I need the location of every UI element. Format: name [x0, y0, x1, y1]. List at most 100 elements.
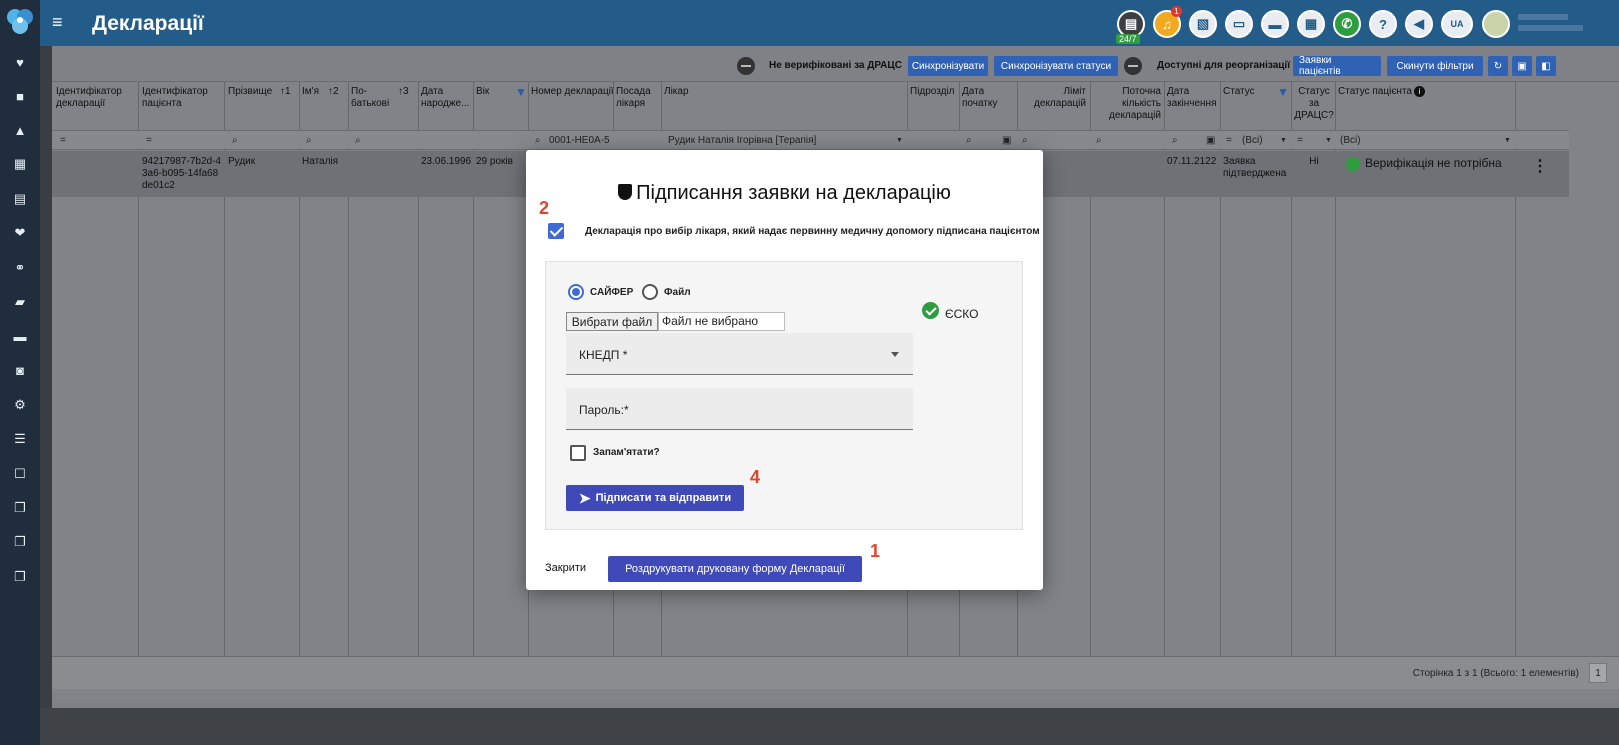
payment-button[interactable]: ▬: [1261, 10, 1289, 38]
cogs-icon[interactable]: ⚙: [10, 395, 30, 415]
row-actions-icon[interactable]: ⋮: [1532, 159, 1548, 175]
money-icon[interactable]: ◙: [10, 360, 30, 380]
info-icon[interactable]: i: [1414, 86, 1425, 97]
note-icon[interactable]: ☐: [10, 464, 30, 484]
choose-file-button[interactable]: Вибрати файл: [566, 312, 658, 331]
search-icon[interactable]: ⌕: [355, 135, 361, 146]
col-patronymic[interactable]: По-батькові: [351, 86, 391, 110]
search-icon[interactable]: ⌕: [306, 135, 312, 146]
file-radio[interactable]: [642, 284, 658, 300]
sign-and-send-button[interactable]: ➤ Підписати та відправити: [566, 485, 744, 511]
app-logo-icon[interactable]: [5, 6, 35, 36]
copy-icon[interactable]: ❐: [10, 498, 30, 518]
filter-operator[interactable]: =: [1226, 135, 1232, 146]
refresh-button[interactable]: ↻: [1488, 56, 1508, 76]
status-filter[interactable]: (Всі): [1242, 135, 1263, 146]
search-icon[interactable]: ⌕: [1096, 135, 1102, 146]
col-patient-id[interactable]: Ідентифікатор пацієнта: [142, 86, 220, 110]
filter-icon[interactable]: ▼: [515, 86, 527, 98]
calendar-icon[interactable]: ▣: [1002, 135, 1011, 146]
search-icon[interactable]: ⌕: [232, 135, 238, 146]
not-verified-toggle[interactable]: [737, 57, 755, 75]
annotation-2: 2: [539, 198, 550, 218]
page-button[interactable]: 1: [1589, 663, 1607, 683]
chevron-down-icon[interactable]: ▼: [1504, 137, 1511, 144]
col-decl-id[interactable]: Ідентифікатор декларації: [56, 86, 134, 110]
col-drac-status[interactable]: Статус за ДРАЦС?: [1294, 86, 1334, 122]
sort-indicator: ↑2: [328, 86, 339, 97]
filter-icon[interactable]: ▼: [1277, 86, 1289, 98]
list-icon[interactable]: ☰: [10, 429, 30, 449]
columns-icon: ◧: [1541, 60, 1551, 72]
kndp-select[interactable]: КНЕДП *: [566, 333, 913, 375]
col-name[interactable]: Ім'я: [302, 86, 319, 98]
calendar-icon[interactable]: ▦: [10, 154, 30, 174]
col-birth-date[interactable]: Дата народже...: [421, 86, 471, 110]
col-start-date[interactable]: Дата початку: [962, 86, 1012, 110]
print-declaration-button[interactable]: Роздрукувати друковану форму Декларації: [608, 556, 862, 582]
col-division[interactable]: Підрозділ: [910, 86, 955, 98]
col-end-date[interactable]: Дата закінчення: [1167, 86, 1219, 110]
patient-status-filter[interactable]: (Всі): [1340, 135, 1361, 146]
birth-date-cell: 23.06.1996: [421, 156, 472, 167]
notebook-icon[interactable]: ■: [10, 86, 30, 106]
copy-icon[interactable]: ❐: [10, 567, 30, 587]
search-icon[interactable]: ⌕: [1172, 135, 1178, 146]
announcements-button[interactable]: ◀: [1405, 10, 1433, 38]
col-status[interactable]: Статус: [1223, 86, 1255, 98]
folder-icon[interactable]: ▬: [10, 326, 30, 346]
col-current-count[interactable]: Поточна кількість декларацій: [1093, 86, 1161, 122]
heartbeat-icon[interactable]: ❤: [10, 223, 30, 243]
col-decl-limit[interactable]: Ліміт декларацій: [1020, 86, 1086, 110]
help-button[interactable]: ?: [1369, 10, 1397, 38]
name-cell: Наталія: [302, 156, 339, 167]
sync-button[interactable]: Синхронізувати: [908, 56, 988, 76]
columns-button[interactable]: ◧: [1536, 56, 1556, 76]
chevron-down-icon[interactable]: ▼: [1280, 137, 1287, 144]
col-decl-number[interactable]: Номер декларації: [531, 86, 614, 98]
filter-operator[interactable]: =: [146, 135, 152, 146]
card-button[interactable]: ▭: [1225, 10, 1253, 38]
col-doctor-position[interactable]: Посада лікаря: [616, 86, 658, 110]
calendar-icon[interactable]: ▣: [1206, 135, 1215, 146]
language-selector[interactable]: UA: [1441, 10, 1473, 38]
filter-row: = = ⌕ ⌕ ⌕ ⌕ 0001-HE0A-5 Рудик Наталія Іг…: [52, 130, 1569, 150]
document-icon[interactable]: ▤: [10, 189, 30, 209]
user-name-blurred[interactable]: [1518, 14, 1568, 20]
search-icon[interactable]: ⌕: [966, 135, 972, 146]
cipher-radio[interactable]: [568, 284, 584, 300]
group-icon[interactable]: ⚭: [10, 258, 30, 278]
flask-icon[interactable]: ▲: [10, 120, 30, 140]
chevron-down-icon[interactable]: ▼: [1325, 137, 1332, 144]
password-field[interactable]: Пароль:*: [566, 388, 913, 430]
col-age[interactable]: Вік: [476, 86, 489, 98]
chevron-down-icon[interactable]: ▼: [896, 137, 903, 144]
menu-icon[interactable]: ≡: [52, 12, 63, 32]
call-button[interactable]: ✆: [1333, 10, 1361, 38]
search-icon[interactable]: ⌕: [1022, 135, 1028, 146]
patient-requests-button[interactable]: Заявки пацієнтів: [1293, 55, 1381, 77]
filter-operator[interactable]: =: [60, 135, 66, 146]
avatar[interactable]: [1482, 10, 1510, 38]
sync-statuses-button[interactable]: Синхронізувати статуси: [994, 56, 1118, 76]
declaration-signed-checkbox[interactable]: [548, 223, 564, 239]
declaration-checkbox-label: Декларація про вибір лікаря, який надає …: [585, 226, 1040, 237]
calculator-button[interactable]: ▦: [1297, 10, 1325, 38]
chevron-down-icon: [891, 352, 899, 357]
pdf-button[interactable]: ▧: [1189, 10, 1217, 38]
close-button[interactable]: Закрити: [545, 562, 586, 574]
question-icon: ?: [1379, 16, 1387, 32]
heart-icon[interactable]: ♥: [10, 52, 30, 72]
copy-icon[interactable]: ❐: [10, 532, 30, 552]
remember-checkbox[interactable]: [570, 445, 586, 461]
export-button[interactable]: ▣: [1512, 56, 1532, 76]
col-doctor[interactable]: Лікар: [664, 86, 689, 98]
reorg-toggle[interactable]: [1124, 57, 1142, 75]
doctor-filter[interactable]: Рудик Наталія Ігорівна [Терапія]: [668, 135, 816, 146]
book-icon[interactable]: ▰: [10, 292, 30, 312]
reset-filters-button[interactable]: Скинути фільтри: [1387, 56, 1483, 76]
col-surname[interactable]: Прізвище: [228, 86, 272, 98]
col-patient-status[interactable]: Статус пацієнта: [1338, 86, 1412, 98]
decl-number-filter[interactable]: 0001-HE0A-5: [549, 135, 611, 146]
filter-operator[interactable]: =: [1297, 135, 1303, 146]
